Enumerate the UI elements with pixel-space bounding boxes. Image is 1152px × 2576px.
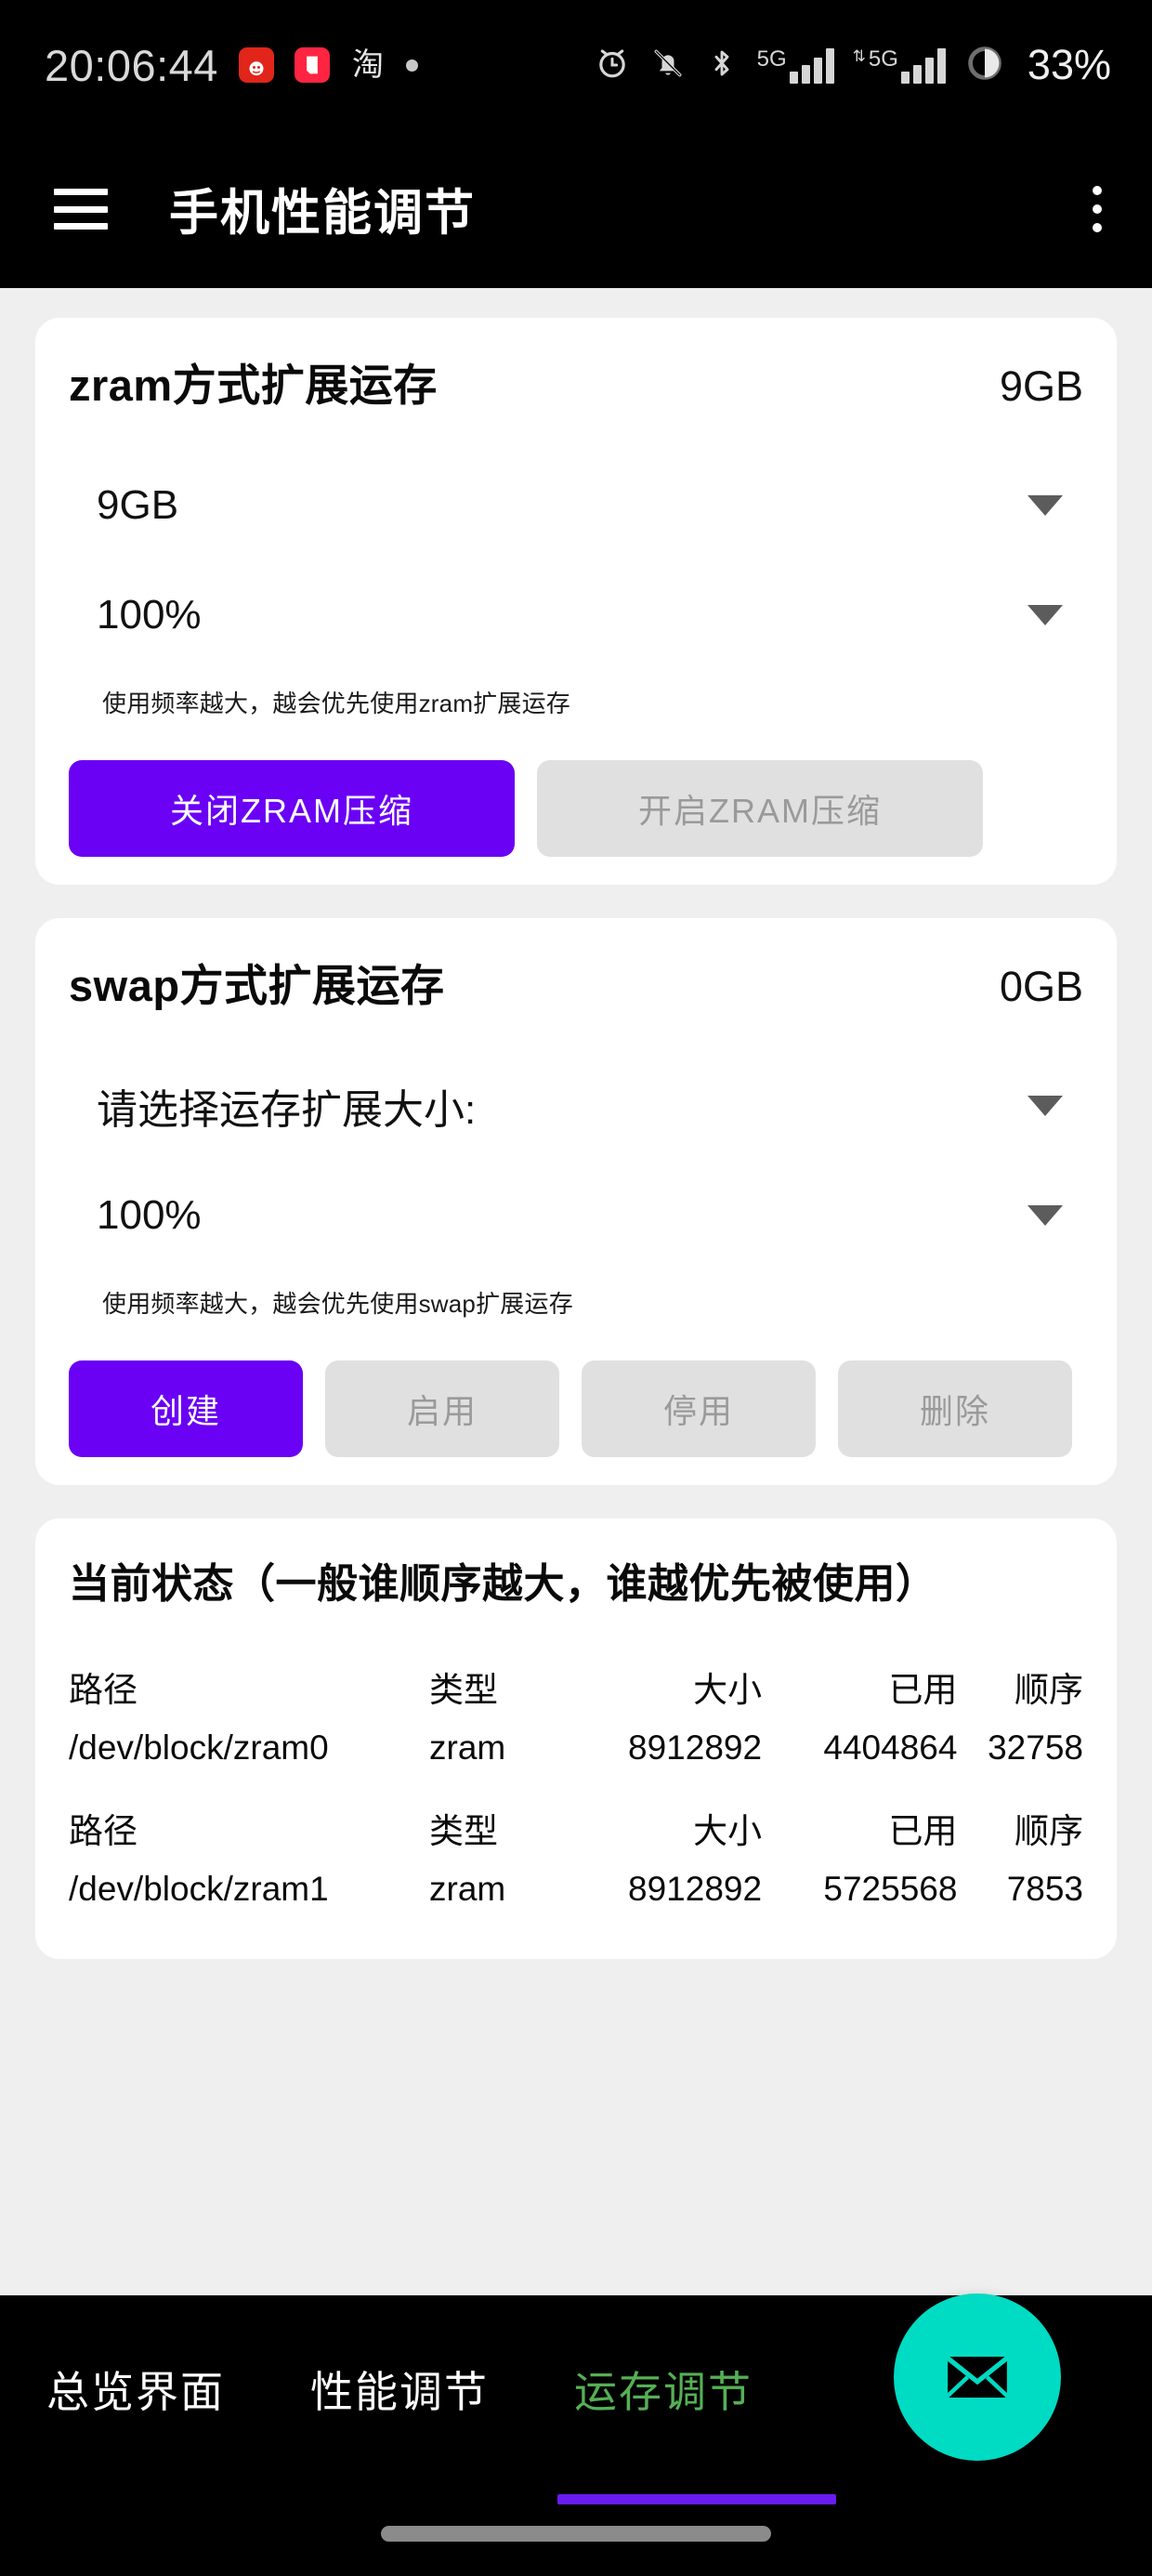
mail-fab-button[interactable] xyxy=(894,2293,1061,2461)
app-bar: 手机性能调节 xyxy=(0,130,1152,288)
table-row: /dev/block/zram0 zram 8912892 4404864 32… xyxy=(69,1719,1083,1777)
envelope-icon xyxy=(943,2352,1012,2402)
swap-disable-button: 停用 xyxy=(582,1360,816,1457)
taobao-icon: 淘 xyxy=(350,47,386,83)
table-header-row: 路径 类型 大小 已用 顺序 xyxy=(69,1803,1083,1860)
swap-percent-select-value: 100% xyxy=(97,1192,202,1238)
cell-type: zram xyxy=(429,1728,506,1767)
phone-screen: 20:06:44 淘 5G ⇅ 5G 33% 手机性能调节 zram方式扩展运存… xyxy=(0,0,1152,2576)
home-indicator xyxy=(381,2526,771,2542)
more-vertical-icon[interactable] xyxy=(1083,177,1111,242)
chevron-down-icon xyxy=(1028,1205,1063,1226)
hamburger-icon[interactable] xyxy=(54,189,108,230)
battery-icon xyxy=(964,43,1005,88)
swap-card-title: swap方式扩展运存 xyxy=(69,961,445,1010)
zram-disable-button[interactable]: 关闭ZRAM压缩 xyxy=(69,760,515,857)
swap-percent-select[interactable]: 100% xyxy=(69,1176,1083,1255)
swap-hint: 使用频率越大，越会优先使用swap扩展运存 xyxy=(102,1290,573,1318)
main-content: zram方式扩展运存 9GB 9GB 100% 使用频率越大，越会优先使用zra… xyxy=(0,288,1152,2295)
current-status-header: 当前状态（一般谁顺序越大，谁越优先被使用） xyxy=(69,1550,1083,1610)
current-status-title: 当前状态（一般谁顺序越大，谁越优先被使用） xyxy=(69,1561,937,1607)
column-header-order: 顺序 xyxy=(1015,1812,1083,1850)
cell-type: zram xyxy=(429,1870,506,1908)
tab-performance[interactable]: 性能调节 xyxy=(310,2349,489,2429)
swap-card-value: 0GB xyxy=(999,963,1083,1010)
column-header-size: 大小 xyxy=(693,1812,763,1850)
status-table-block-1: 路径 类型 大小 已用 顺序 /dev/block/zram0 zram 891… xyxy=(69,1662,1083,1777)
status-bar-right: 5G ⇅ 5G 33% xyxy=(594,41,1111,89)
column-header-used: 已用 xyxy=(888,1812,958,1850)
chevron-down-icon xyxy=(1028,1096,1063,1116)
table-row: /dev/block/zram1 zram 8912892 5725568 78… xyxy=(69,1860,1083,1918)
cell-order: 7853 xyxy=(1006,1870,1083,1908)
zram-percent-select-value: 100% xyxy=(97,592,202,637)
status-clock: 20:06:44 xyxy=(45,40,218,90)
chevron-down-icon xyxy=(1028,605,1063,625)
swap-card-header: swap方式扩展运存 0GB xyxy=(69,950,1083,1014)
swap-create-button[interactable]: 创建 xyxy=(69,1360,303,1457)
signal-5g-icon: 5G xyxy=(757,46,834,84)
status-bar: 20:06:44 淘 5G ⇅ 5G 33% xyxy=(0,0,1152,130)
column-header-type: 类型 xyxy=(429,1671,498,1709)
cell-size: 8912892 xyxy=(628,1870,763,1908)
zram-size-select[interactable]: 9GB xyxy=(69,466,1083,545)
zram-card-title: zram方式扩展运存 xyxy=(69,361,438,410)
zram-enable-button: 开启ZRAM压缩 xyxy=(537,760,983,857)
cell-size: 8912892 xyxy=(628,1728,763,1767)
swap-card: swap方式扩展运存 0GB 请选择运存扩展大小: 100% 使用频率越大，越会… xyxy=(35,918,1117,1485)
cell-path: /dev/block/zram1 xyxy=(69,1870,329,1908)
tab-overview[interactable]: 总览界面 xyxy=(46,2349,225,2429)
zram-percent-select[interactable]: 100% xyxy=(69,575,1083,655)
swap-size-select[interactable]: 请选择运存扩展大小: xyxy=(69,1066,1083,1146)
bluetooth-icon xyxy=(705,45,739,86)
cell-path: /dev/block/zram0 xyxy=(69,1728,329,1767)
page-title: 手机性能调节 xyxy=(169,186,476,241)
status-bar-left: 20:06:44 淘 xyxy=(45,40,418,91)
cell-used: 4404864 xyxy=(823,1728,958,1767)
zram-size-select-value: 9GB xyxy=(97,482,179,528)
swap-delete-button: 删除 xyxy=(838,1360,1072,1457)
swap-button-row: 创建 启用 停用 删除 xyxy=(69,1360,1083,1457)
tab-memory[interactable]: 运存调节 xyxy=(574,2349,753,2429)
notification-dot-icon xyxy=(405,59,418,72)
zram-card: zram方式扩展运存 9GB 9GB 100% 使用频率越大，越会优先使用zra… xyxy=(35,318,1117,885)
battery-percent: 33% xyxy=(1027,41,1111,88)
signal-5g-secondary-icon: ⇅ 5G xyxy=(853,46,946,84)
swap-enable-button: 启用 xyxy=(325,1360,559,1457)
cell-order: 32758 xyxy=(988,1728,1083,1767)
jd-icon xyxy=(238,47,274,83)
bell-muted-icon xyxy=(649,45,687,86)
cell-used: 5725568 xyxy=(823,1870,958,1908)
zram-card-header: zram方式扩展运存 9GB xyxy=(69,349,1083,414)
signal-bars-secondary-icon xyxy=(900,46,946,84)
xiaohongshu-icon xyxy=(294,47,330,83)
table-header-row: 路径 类型 大小 已用 顺序 xyxy=(69,1662,1083,1719)
column-header-path: 路径 xyxy=(69,1812,137,1850)
chevron-down-icon xyxy=(1028,495,1063,516)
taobao-glyph: 淘 xyxy=(351,47,384,83)
column-header-size: 大小 xyxy=(693,1671,763,1709)
current-status-card: 当前状态（一般谁顺序越大，谁越优先被使用） 路径 类型 大小 已用 顺序 /de… xyxy=(35,1518,1117,1959)
data-arrows-icon: ⇅ xyxy=(852,47,866,65)
zram-hint: 使用频率越大，越会优先使用zram扩展运存 xyxy=(102,690,570,717)
swap-size-select-value: 请选择运存扩展大小: xyxy=(97,1087,477,1133)
zram-button-row: 关闭ZRAM压缩 开启ZRAM压缩 xyxy=(69,760,1083,857)
zram-card-value: 9GB xyxy=(999,362,1083,410)
column-header-order: 顺序 xyxy=(1015,1671,1083,1709)
status-table-block-2: 路径 类型 大小 已用 顺序 /dev/block/zram1 zram 891… xyxy=(69,1803,1083,1918)
signal-bars-icon xyxy=(789,46,834,84)
alarm-icon xyxy=(594,45,631,86)
column-header-used: 已用 xyxy=(888,1671,958,1709)
tab-active-indicator xyxy=(557,2494,836,2504)
column-header-path: 路径 xyxy=(69,1671,137,1709)
column-header-type: 类型 xyxy=(429,1812,498,1850)
